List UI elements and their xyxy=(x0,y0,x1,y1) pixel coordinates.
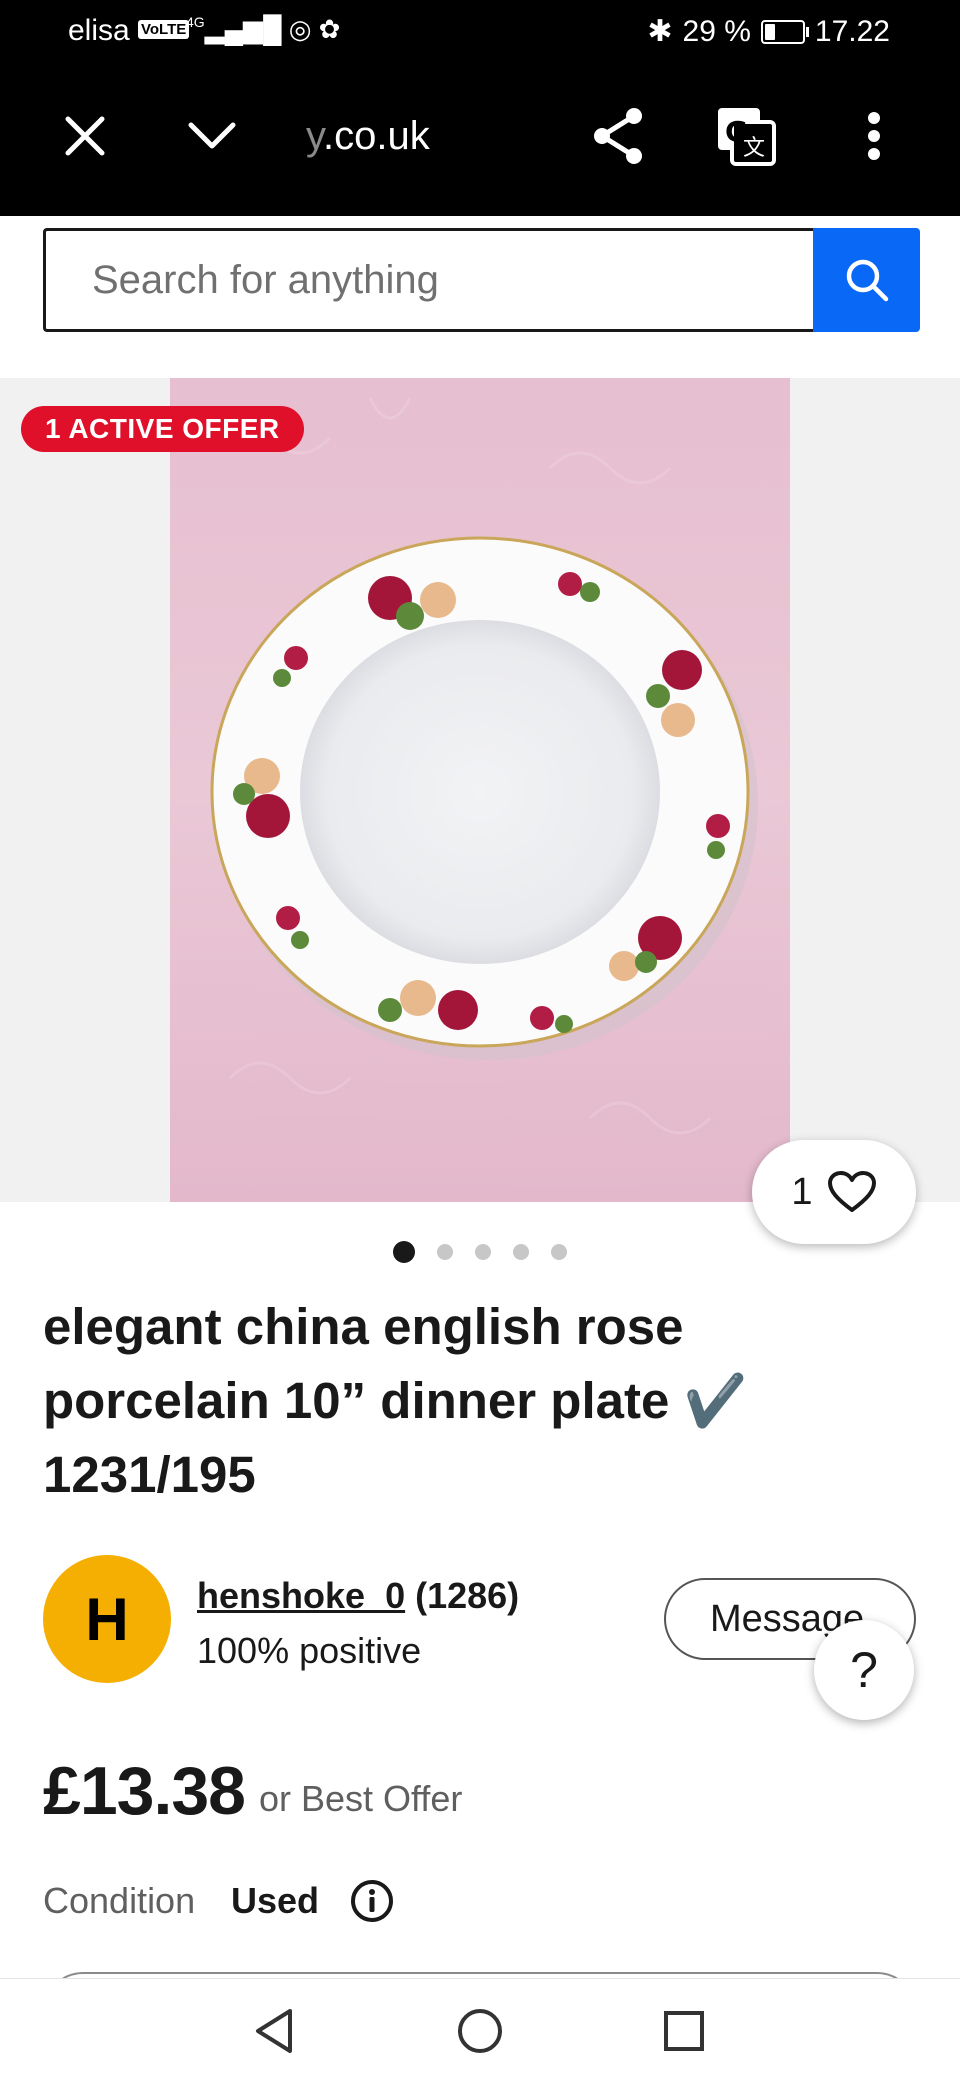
url-domain: .co.uk xyxy=(323,114,430,158)
share-icon[interactable] xyxy=(578,96,658,176)
seller-avatar[interactable]: H xyxy=(43,1555,171,1683)
search-button[interactable] xyxy=(813,228,920,332)
seller-username-link[interactable]: henshoke_0 xyxy=(197,1575,405,1616)
translate-icon[interactable]: G文 xyxy=(706,96,786,176)
seller-feedback-count: (1286) xyxy=(415,1575,520,1616)
best-offer-text: or Best Offer xyxy=(259,1778,463,1819)
pagination-dot[interactable] xyxy=(513,1244,529,1260)
product-image[interactable] xyxy=(170,378,790,1202)
volte-indicator: VoLTE xyxy=(138,20,190,39)
battery-icon xyxy=(760,19,809,44)
price: £13.38 xyxy=(43,1753,246,1829)
status-bar: elisa VoLTE 4G▂▄▆█ ◎ ✿ ✱ 29 % 17.22 xyxy=(0,0,960,66)
condition-value: Used xyxy=(231,1880,320,1921)
condition-label: Condition xyxy=(43,1880,196,1921)
check-mark-icon: ✔️ xyxy=(683,1372,748,1429)
system-nav-bar xyxy=(0,1978,960,2081)
url-prefix: y xyxy=(306,114,324,158)
search-box xyxy=(43,228,813,332)
recents-icon[interactable] xyxy=(654,2001,714,2061)
svg-text:文: 文 xyxy=(743,136,765,161)
info-icon[interactable] xyxy=(350,1879,394,1923)
watch-count: 1 xyxy=(791,1170,813,1213)
listing-code: 1231/195 xyxy=(43,1446,256,1503)
close-icon[interactable] xyxy=(45,96,125,176)
pagination-dot[interactable] xyxy=(393,1241,415,1263)
home-icon[interactable] xyxy=(450,2001,510,2061)
image-pagination xyxy=(0,1240,960,1264)
pagination-dot[interactable] xyxy=(437,1244,453,1260)
listing-title-text: elegant china english rose porcelain 10”… xyxy=(43,1298,684,1429)
browser-toolbar: y.co.uk G文 xyxy=(0,66,960,216)
seller-info: henshoke_0 (1286) xyxy=(197,1575,519,1617)
active-offer-badge: 1 ACTIVE OFFER xyxy=(21,406,304,452)
listing-title: elegant china english rose porcelain 10”… xyxy=(43,1290,863,1512)
chevron-down-icon[interactable] xyxy=(172,96,252,176)
image-gallery[interactable] xyxy=(0,378,960,1202)
back-icon[interactable] xyxy=(244,2001,304,2061)
clock: 17.22 xyxy=(814,14,890,48)
bluetooth-icon: ✱ xyxy=(647,15,673,48)
search-input[interactable] xyxy=(46,231,813,329)
heart-icon xyxy=(827,1171,876,1212)
url-bar[interactable]: y.co.uk xyxy=(306,114,430,159)
status-right: ✱ 29 % 17.22 xyxy=(647,14,890,49)
network-type: 4G xyxy=(186,14,205,30)
more-vertical-icon[interactable] xyxy=(834,96,914,176)
watch-button[interactable]: 1 xyxy=(752,1140,916,1244)
pagination-dot[interactable] xyxy=(475,1244,491,1260)
pagination-dot[interactable] xyxy=(551,1244,567,1260)
search-icon xyxy=(846,259,888,302)
help-button[interactable]: ? xyxy=(814,1620,914,1720)
signal-icon: 4G▂▄▆█ ◎ ✿ xyxy=(186,14,341,44)
carrier-name: elisa xyxy=(68,14,130,47)
battery-percent: 29 % xyxy=(682,14,751,48)
seller-positive-rating: 100% positive xyxy=(197,1630,422,1671)
